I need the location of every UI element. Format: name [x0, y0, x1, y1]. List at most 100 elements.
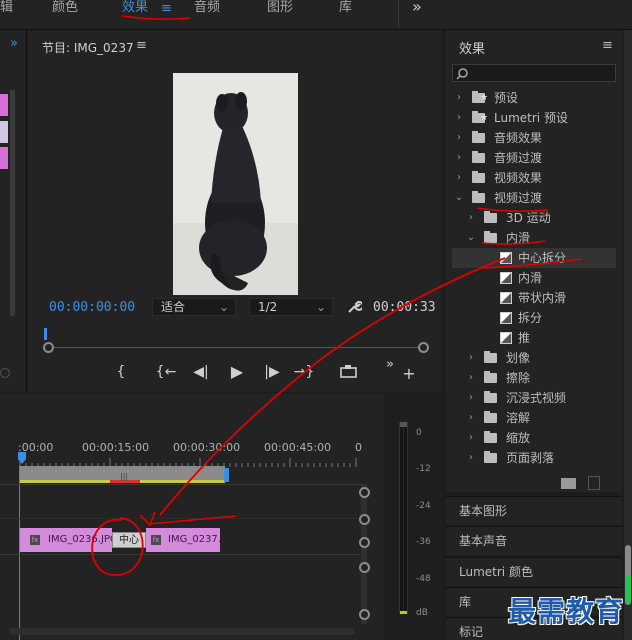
effects-tree-item[interactable]: › 沉浸式视频: [452, 388, 616, 408]
db-tick: dB: [416, 608, 428, 618]
chevron-right-icon[interactable]: ›: [466, 408, 476, 428]
chevron-right-icon[interactable]: ›: [466, 388, 476, 408]
effects-tree-item[interactable]: › 擦除: [452, 368, 616, 388]
scrollbar[interactable]: [10, 90, 15, 316]
playhead-marker[interactable]: [44, 328, 47, 340]
chevron-right-icon[interactable]: ›: [454, 168, 464, 188]
tab-audio[interactable]: 音频: [194, 0, 220, 16]
folder-icon: [484, 391, 497, 403]
effects-tree-label: 带状内滑: [518, 291, 567, 305]
effects-tree-item[interactable]: 推: [452, 328, 616, 348]
clip-thumb[interactable]: [0, 147, 8, 169]
video-frame: [173, 73, 298, 295]
chevron-right-icon[interactable]: ›: [466, 448, 476, 468]
chevron-down-icon: ⌄: [218, 300, 229, 314]
effects-menu-icon[interactable]: ≡: [602, 38, 613, 53]
section-essential-graphics[interactable]: 基本图形: [446, 496, 622, 525]
ruler-label: 00:00:15:00: [82, 441, 150, 454]
chevron-right-icon[interactable]: ›: [466, 368, 476, 388]
effects-tree-label: 页面剥落: [506, 451, 555, 465]
timeline-vscroll[interactable]: [361, 484, 367, 624]
effects-tree-item[interactable]: › ★ Lumetri 预设: [452, 108, 616, 128]
folder-icon: [472, 191, 485, 203]
export-frame-icon[interactable]: [340, 364, 358, 378]
grip-icon[interactable]: |||: [120, 472, 128, 481]
effects-search-input[interactable]: [452, 64, 616, 82]
chevron-right-icon[interactable]: ›: [454, 88, 464, 108]
effects-tree-item[interactable]: 中心拆分: [452, 248, 616, 268]
effects-tree-item[interactable]: › 视频效果: [452, 168, 616, 188]
chevron-down-icon[interactable]: ⌄: [466, 228, 476, 248]
scrub-bar[interactable]: [48, 347, 424, 348]
clip-img-0236[interactable]: fx IMG_0236.JPG: [20, 528, 118, 552]
timeline-hscroll[interactable]: [10, 628, 355, 635]
effects-tree-item[interactable]: › 音频效果: [452, 128, 616, 148]
db-tick: -36: [416, 537, 431, 547]
effects-tree-item[interactable]: ⌄ 内滑: [452, 228, 616, 248]
step-forward-icon[interactable]: |▶: [261, 364, 283, 380]
scroll-handle[interactable]: [359, 609, 370, 620]
play-icon[interactable]: ▶: [226, 362, 248, 381]
chevron-down-icon[interactable]: ⌄: [454, 188, 464, 208]
chevron-right-icon[interactable]: ›: [454, 108, 464, 128]
effects-tree-item[interactable]: 拆分: [452, 308, 616, 328]
work-area-end[interactable]: [224, 468, 229, 482]
scrub-end-handle[interactable]: [418, 342, 429, 353]
transition-icon: [500, 272, 512, 284]
tab-color[interactable]: 颜色: [52, 0, 78, 16]
go-to-out-icon[interactable]: →}: [293, 364, 315, 380]
trash-icon[interactable]: [588, 476, 600, 490]
effects-tree-item[interactable]: 内滑: [452, 268, 616, 288]
clip-label: IMG_0236.JPG: [48, 534, 118, 545]
timeline-panel: :00:00 00:00:15:00 00:00:30:00 00:00:45:…: [0, 394, 384, 640]
program-title: 节目: IMG_0237: [42, 41, 134, 55]
program-menu-icon[interactable]: ≡: [136, 38, 147, 53]
resolution-select[interactable]: 1/2 ⌄: [249, 298, 333, 316]
zoom-select[interactable]: 适合 ⌄: [152, 298, 236, 316]
effects-tree-item[interactable]: › 音频过渡: [452, 148, 616, 168]
playhead-timecode[interactable]: 00:00:00:00: [49, 300, 135, 315]
chevron-right-icon[interactable]: ›: [466, 348, 476, 368]
section-lumetri-color[interactable]: Lumetri 颜色: [446, 557, 622, 586]
effects-tree-item[interactable]: › 缩放: [452, 428, 616, 448]
effects-tree-label: 3D 运动: [506, 211, 551, 225]
wrench-icon[interactable]: [346, 299, 362, 315]
section-essential-sound[interactable]: 基本声音: [446, 526, 622, 555]
expand-icon[interactable]: »: [10, 36, 18, 51]
add-button[interactable]: +: [402, 364, 416, 383]
more-controls-icon[interactable]: »: [383, 357, 397, 372]
chevron-right-icon[interactable]: ›: [466, 208, 476, 228]
transition-icon: [500, 332, 512, 344]
scroll-handle[interactable]: [359, 487, 370, 498]
tab-graphics[interactable]: 图形: [267, 0, 293, 16]
chevron-right-icon[interactable]: ›: [454, 148, 464, 168]
effects-tree-item[interactable]: › 划像: [452, 348, 616, 368]
effects-tree-item[interactable]: ⌄ 视频过渡: [452, 188, 616, 208]
clip-thumb[interactable]: [0, 94, 8, 116]
step-back-icon[interactable]: ◀|: [190, 364, 212, 380]
scroll-circle[interactable]: [0, 368, 10, 378]
effects-tree-item[interactable]: 带状内滑: [452, 288, 616, 308]
effects-tree-item[interactable]: › ★ 预设: [452, 88, 616, 108]
effects-tree-label: 内滑: [518, 271, 543, 285]
more-workspaces-icon[interactable]: »: [412, 0, 422, 15]
chevron-right-icon[interactable]: ›: [454, 128, 464, 148]
new-bin-icon[interactable]: [561, 478, 576, 489]
folder-icon: [484, 231, 497, 243]
transition-center-split[interactable]: 中心: [112, 532, 146, 548]
mark-out-icon[interactable]: {: [114, 364, 128, 380]
effects-tree-item[interactable]: › 页面剥落: [452, 448, 616, 468]
scroll-handle[interactable]: [359, 562, 370, 573]
fx-badge: fx: [30, 535, 40, 545]
tab-libraries[interactable]: 库: [339, 0, 352, 16]
scroll-handle[interactable]: [359, 514, 370, 525]
effects-tree-item[interactable]: › 3D 运动: [452, 208, 616, 228]
go-to-in-icon[interactable]: {←: [155, 364, 177, 380]
tab-editing[interactable]: 辑: [0, 0, 13, 16]
scrub-start-handle[interactable]: [43, 342, 54, 353]
clip-thumb[interactable]: [0, 121, 8, 143]
clip-img-0237[interactable]: fx IMG_0237.J: [146, 528, 224, 552]
effects-tree-item[interactable]: › 溶解: [452, 408, 616, 428]
scroll-handle[interactable]: [359, 537, 370, 548]
chevron-right-icon[interactable]: ›: [466, 428, 476, 448]
